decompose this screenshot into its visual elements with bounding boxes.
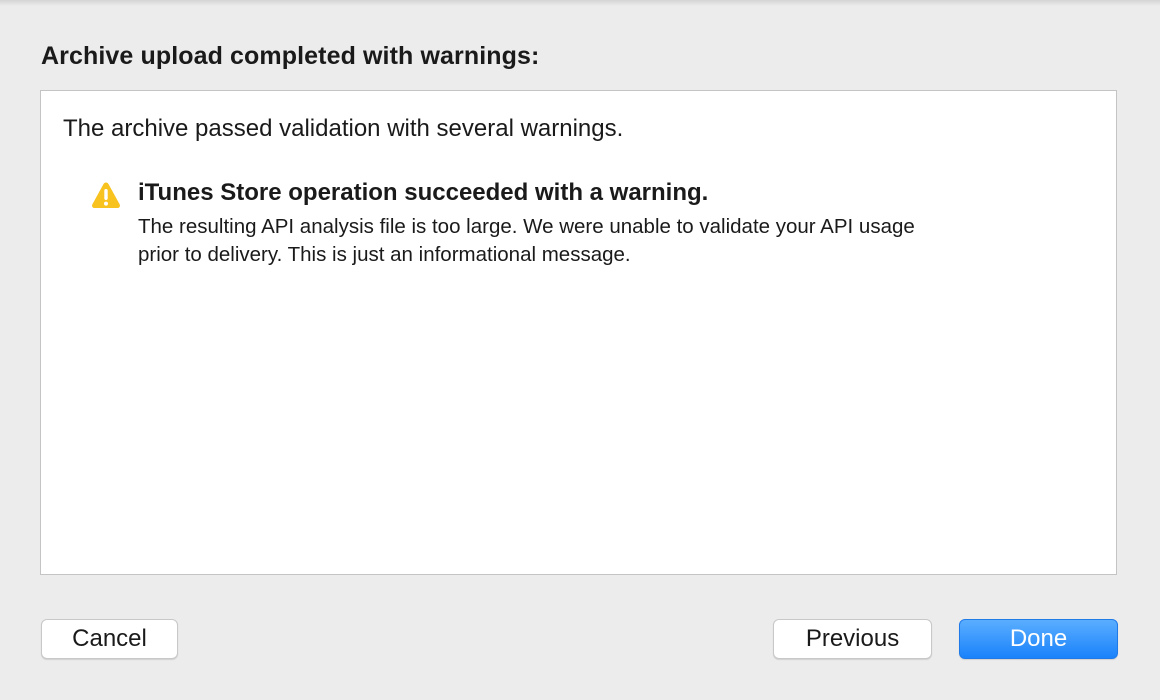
previous-button[interactable]: Previous xyxy=(773,619,932,659)
cancel-button[interactable]: Cancel xyxy=(41,619,178,659)
window-top-shadow xyxy=(0,0,1160,6)
warning-triangle-icon xyxy=(91,181,121,209)
warning-message: The resulting API analysis file is too l… xyxy=(138,215,915,266)
done-button[interactable]: Done xyxy=(959,619,1118,659)
summary-text: The archive passed validation with sever… xyxy=(63,115,624,142)
results-panel: The archive passed validation with sever… xyxy=(40,90,1117,575)
sheet-title: Archive upload completed with warnings: xyxy=(41,42,540,70)
warning-title: iTunes Store operation succeeded with a … xyxy=(138,179,709,206)
